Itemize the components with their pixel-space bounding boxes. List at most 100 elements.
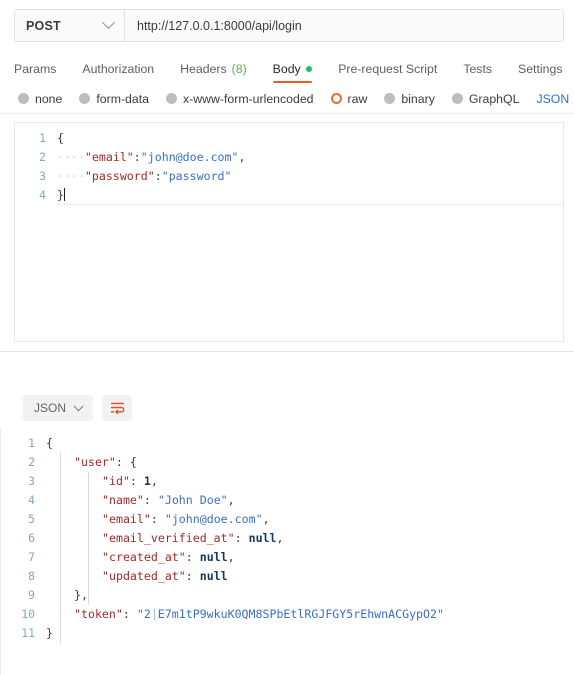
token-pipe: |: [150, 607, 158, 621]
response-format-select[interactable]: JSON: [23, 395, 94, 421]
raw-format-select[interactable]: JSON: [536, 92, 569, 106]
token-brace: {: [129, 455, 137, 469]
body-type-label: GraphQL: [468, 91, 520, 106]
body-type-label: form-data: [96, 91, 149, 106]
request-tab-settings[interactable]: Settings: [505, 62, 574, 84]
token-punct: :: [185, 569, 200, 583]
token-key: "token": [74, 607, 123, 621]
code-line: 6 "email_verified_at": null,: [0, 529, 574, 548]
code-line: 11}: [0, 624, 574, 643]
token-num: 1: [143, 474, 151, 488]
body-type-graphql[interactable]: GraphQL: [451, 91, 520, 106]
code-line-text: "email_verified_at": null,: [46, 529, 284, 548]
text-cursor: [63, 188, 65, 201]
radio-icon[interactable]: [451, 93, 463, 104]
token-punct: :: [115, 455, 130, 469]
chevron-down-icon: [73, 400, 84, 411]
request-tab-label: Pre-request Script: [338, 61, 438, 76]
token-str: "password": [161, 169, 232, 183]
radio-icon[interactable]: [330, 93, 342, 104]
request-tab-body[interactable]: Body: [260, 62, 326, 84]
line-number: 3: [28, 474, 35, 488]
code-line-text: {: [57, 129, 64, 148]
token-null: null: [248, 531, 277, 545]
indent-guide: [60, 453, 61, 643]
line-number: 4: [28, 493, 35, 507]
response-tabs: [0, 359, 574, 389]
request-tab-authorization[interactable]: Authorization: [69, 62, 167, 84]
token-key: "updated_at": [102, 569, 186, 583]
body-type-raw[interactable]: raw: [330, 92, 367, 106]
response-toolbar: JSON: [0, 389, 574, 427]
body-present-dot-icon: [305, 65, 313, 73]
token-punct: :: [185, 550, 200, 564]
request-tab-params[interactable]: Params: [14, 62, 69, 84]
code-line-text: "name": "John Doe",: [46, 491, 235, 510]
token-brace: }: [57, 188, 64, 202]
code-line: 9},: [0, 586, 574, 605]
code-line: 2 ····"email":"john@doe.com",: [15, 148, 563, 167]
token-dots: ····: [57, 169, 85, 183]
url-bar-container: POST http://127.0.0.1:8000/api/login: [14, 9, 564, 42]
token-brace: }: [46, 626, 53, 640]
token-brace: }: [74, 588, 81, 602]
token-brace: {: [57, 131, 64, 145]
request-url-input[interactable]: http://127.0.0.1:8000/api/login: [125, 10, 563, 41]
chevron-down-icon: [102, 16, 115, 30]
code-line-text: "token": "2|E7m1tP9wkuK0QM8SPbEtlRGJFGY5…: [46, 605, 444, 624]
code-line: 5 "email": "john@doe.com",: [0, 510, 574, 529]
token-str: "john@doe.com": [140, 150, 239, 164]
token-punct: :: [234, 531, 249, 545]
api-client-window: POST http://127.0.0.1:8000/api/login Par…: [0, 0, 574, 675]
request-tab-tests[interactable]: Tests: [450, 62, 505, 84]
request-body-editor[interactable]: 1{2 ····"email":"john@doe.com", 3 ····"pass…: [14, 122, 564, 342]
token-brace: {: [46, 436, 53, 450]
response-body-viewer[interactable]: 1{2 "user": {3 "id": 1, 4 "name": "John Doe"…: [0, 427, 574, 675]
token-punct: :: [150, 512, 165, 526]
code-line: 4}: [15, 186, 563, 205]
code-line-text: "email": "john@doe.com",: [46, 510, 270, 529]
token-key: "email": [102, 512, 151, 526]
body-type-none[interactable]: none: [18, 92, 62, 106]
body-type-binary[interactable]: binary: [384, 92, 435, 106]
token-punct: ,: [227, 493, 235, 507]
word-wrap-toggle-button[interactable]: [102, 395, 133, 421]
request-url-bar: POST http://127.0.0.1:8000/api/login: [0, 0, 574, 42]
body-type-x-www-form-urlencoded[interactable]: x-www-form-urlencoded: [165, 91, 314, 106]
http-method-label: POST: [26, 18, 61, 33]
token-key: "email": [84, 150, 134, 164]
code-line-text: {: [46, 434, 53, 453]
line-number: 8: [28, 569, 35, 583]
radio-icon[interactable]: [18, 93, 29, 104]
token-str: E7m1tP9wkuK0QM8SPbEtlRGJFGY5rEhwnACGypO2…: [157, 607, 444, 621]
request-tabs: Params Authorization Headers (8) Body Pre-req…: [0, 49, 574, 84]
code-line: 3 ····"password":"password": [15, 167, 563, 186]
token-key: "email_verified_at": [102, 531, 235, 545]
radio-icon[interactable]: [165, 93, 177, 104]
code-line-text: },: [46, 586, 88, 605]
token-punct: :: [154, 169, 162, 183]
request-tab-headers[interactable]: Headers (8): [167, 61, 260, 84]
line-number: 4: [39, 188, 46, 202]
body-type-label: binary: [401, 91, 435, 106]
request-tab-count: (8): [231, 61, 247, 76]
panel-splitter[interactable]: [0, 342, 574, 352]
token-punct: :: [122, 607, 137, 621]
line-number: 11: [21, 626, 35, 640]
body-type-form-data[interactable]: form-data: [79, 92, 149, 106]
code-line: 1{: [0, 434, 574, 453]
code-line: 1{: [15, 129, 563, 148]
token-str: "2: [136, 607, 151, 621]
token-key: "password": [84, 169, 155, 183]
request-tab-pre-request-script[interactable]: Pre-request Script: [325, 61, 450, 84]
radio-icon[interactable]: [384, 93, 396, 104]
line-number: 9: [28, 588, 35, 602]
radio-icon[interactable]: [79, 93, 91, 104]
body-type-label: x-www-form-urlencoded: [182, 91, 314, 106]
code-line: 7 "created_at": null,: [0, 548, 574, 567]
http-method-select[interactable]: POST: [15, 10, 125, 41]
line-number: 1: [28, 436, 35, 450]
line-number: 3: [39, 169, 46, 183]
token-punct: :: [133, 150, 141, 164]
token-punct: :: [129, 474, 144, 488]
